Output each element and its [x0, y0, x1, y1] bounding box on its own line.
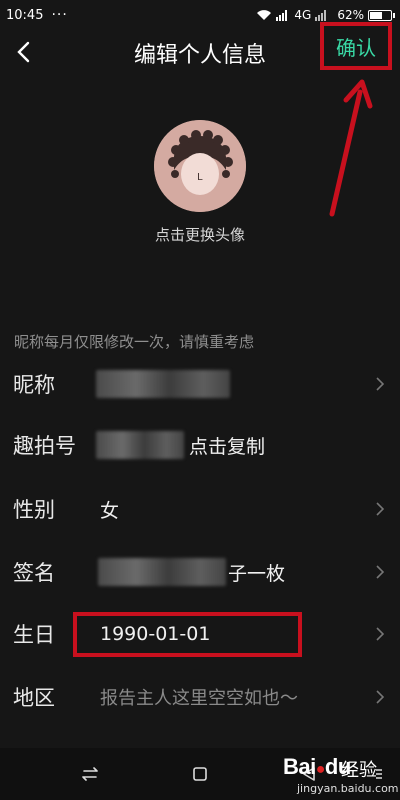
status-time: 10:45 [6, 7, 44, 23]
row-nickname[interactable]: 昵称 [0, 353, 400, 415]
menu-icon [376, 769, 382, 779]
signature-value: 子一枚 [228, 562, 286, 585]
notification-dots-icon: ··· [51, 7, 68, 23]
avatar[interactable]: L [154, 120, 246, 212]
region-value: 报告主人这里空空如也～ [100, 688, 298, 709]
system-nav-bar [0, 748, 400, 800]
row-nickname-label: 昵称 [13, 373, 55, 397]
signal-icon [276, 10, 288, 21]
chevron-right-icon [374, 499, 386, 519]
copy-id-link[interactable]: 点击复制 [189, 432, 265, 459]
signal-icon-secondary [315, 10, 327, 21]
confirm-button[interactable]: 确认 [320, 22, 392, 70]
status-indicators: 4G 62% [256, 8, 395, 22]
square-icon [193, 767, 207, 781]
chevron-right-icon [374, 374, 386, 394]
chevron-right-icon [374, 687, 386, 707]
battery-percent: 62% [337, 8, 364, 22]
avatar-face-icon: L [154, 120, 246, 212]
row-birthday[interactable]: 生日 1990-01-01 [0, 603, 400, 665]
gender-value: 女 [100, 499, 120, 522]
battery-fill [370, 11, 383, 19]
switch-apps-button[interactable] [77, 762, 103, 786]
row-id[interactable]: 趣拍号 点击复制 [0, 414, 400, 476]
home-button[interactable] [187, 762, 213, 786]
back-button[interactable] [8, 36, 38, 68]
swap-arrows-icon [82, 767, 98, 781]
row-gender[interactable]: 性别 女 [0, 478, 400, 540]
header: 编辑个人信息 确认 [0, 22, 400, 76]
back-nav-button[interactable] [296, 762, 322, 786]
row-region[interactable]: 地区 报告主人这里空空如也～ [0, 666, 400, 728]
menu-button[interactable] [366, 762, 392, 786]
page-title: 编辑个人信息 [133, 43, 266, 68]
id-blurred-value [96, 431, 184, 459]
wifi-icon [257, 10, 272, 20]
row-signature-label: 签名 [13, 561, 55, 585]
chevron-right-icon [374, 562, 386, 582]
row-region-label: 地区 [13, 686, 55, 710]
svg-text:L: L [197, 172, 203, 183]
back-triangle-icon [303, 767, 315, 781]
birthday-value: 1990-01-01 [100, 623, 211, 645]
battery-icon [368, 9, 395, 21]
change-avatar-caption[interactable]: 点击更换头像 [0, 224, 400, 245]
chevron-right-icon [374, 624, 386, 644]
signature-blurred-value [98, 558, 226, 586]
nickname-blurred-value [96, 370, 230, 398]
network-type: 4G [294, 8, 312, 22]
chevron-left-icon [17, 41, 30, 63]
row-birthday-label: 生日 [13, 623, 55, 647]
row-id-label: 趣拍号 [13, 434, 76, 458]
row-signature[interactable]: 签名 子一枚 [0, 541, 400, 603]
annotation-arrow-icon [329, 79, 373, 217]
nickname-hint: 昵称每月仅限修改一次，请慎重考虑 [14, 333, 255, 351]
row-gender-label: 性别 [13, 498, 55, 522]
